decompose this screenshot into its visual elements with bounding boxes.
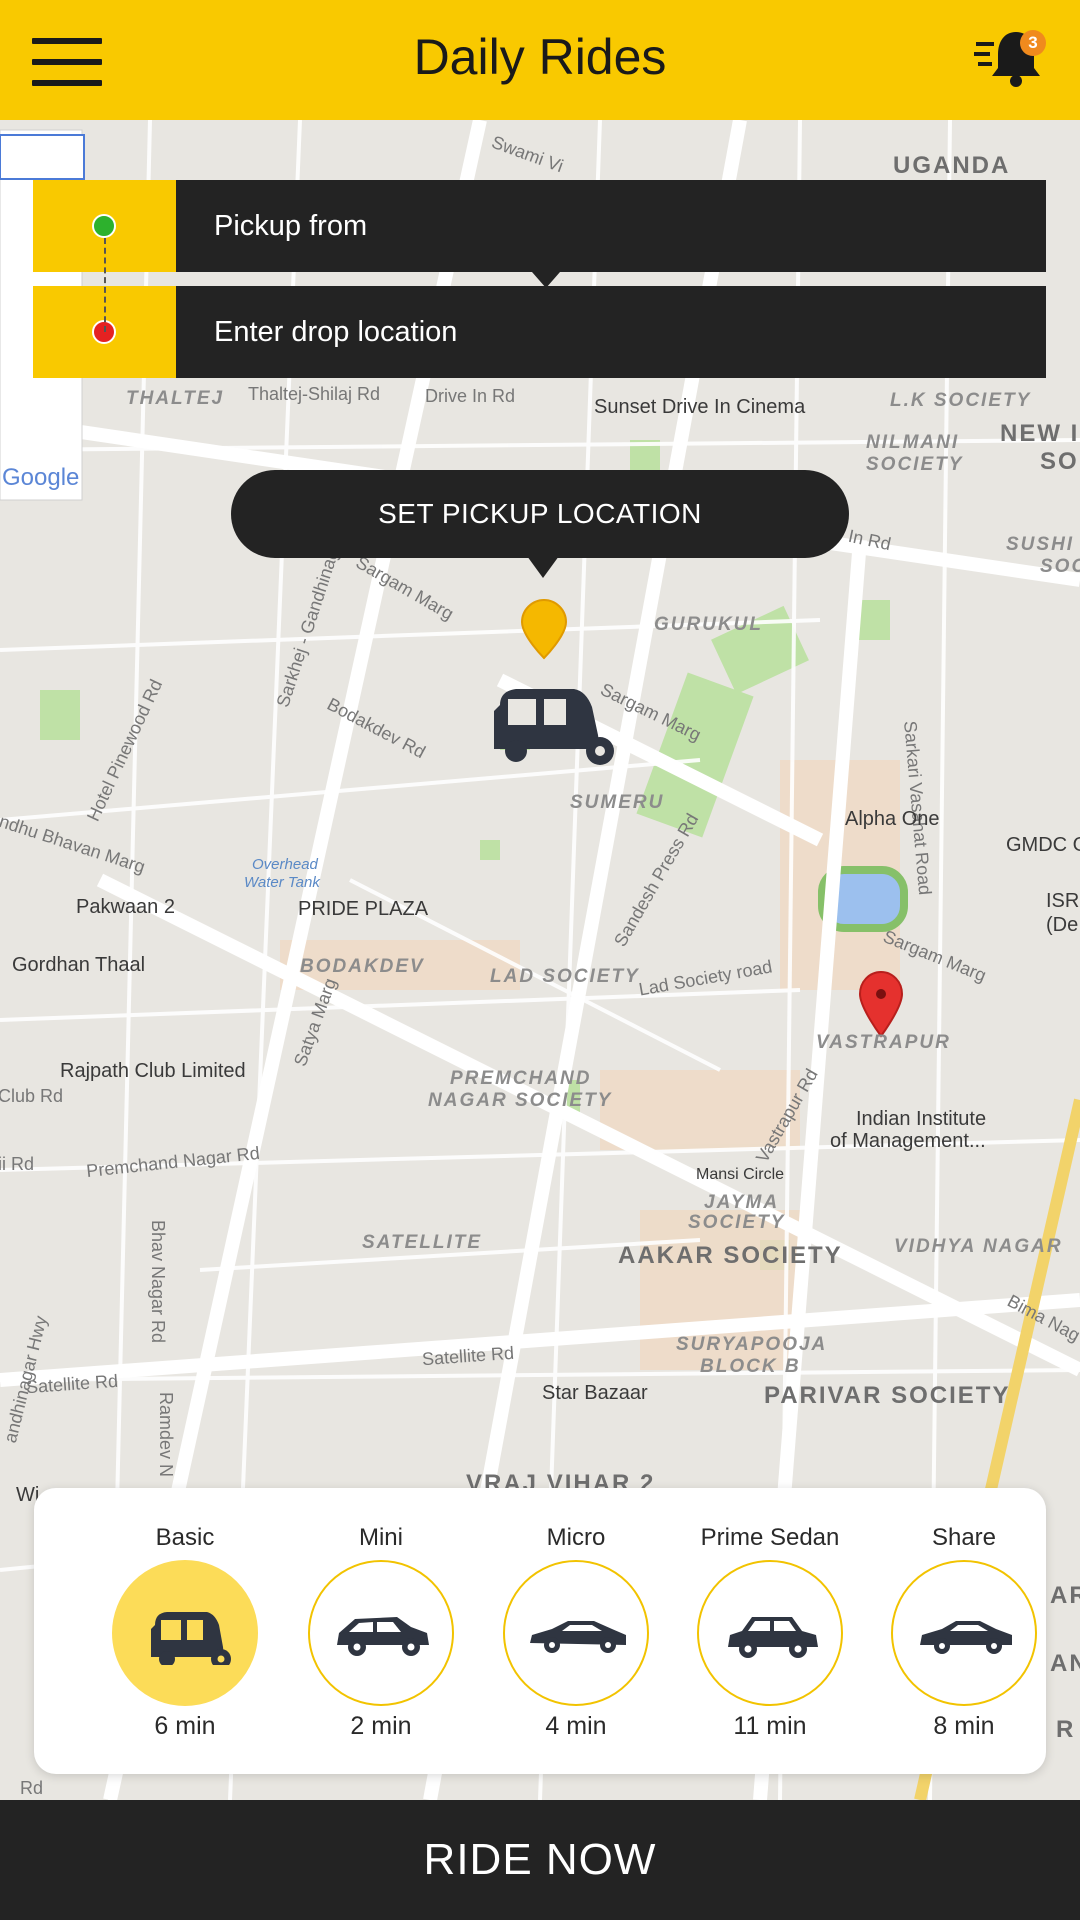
vehicle-circle (503, 1560, 649, 1706)
vehicle-option-share[interactable]: Share 8 min (874, 1488, 1054, 1774)
vehicle-circle (308, 1560, 454, 1706)
drop-location-input[interactable]: Enter drop location (176, 286, 1046, 378)
pickup-input[interactable]: Pickup from (176, 180, 1046, 272)
vehicle-option-prime-sedan[interactable]: Prime Sedan 11 min (680, 1488, 860, 1774)
vehicle-selector-panel: Basic 6 min Mini 2 min Micro 4 min Prime… (34, 1488, 1046, 1774)
micro-car-icon (530, 1621, 626, 1653)
vehicle-name: Prime Sedan (700, 1524, 840, 1551)
drop-row[interactable]: Enter drop location (33, 286, 1046, 378)
notification-badge: 3 (1020, 30, 1046, 56)
vehicle-circle (112, 1560, 258, 1706)
vehicle-eta: 11 min (733, 1712, 807, 1740)
vehicle-name: Basic (155, 1524, 215, 1551)
auto-rickshaw-icon (151, 1612, 231, 1665)
vehicle-eta: 2 min (350, 1712, 412, 1740)
set-pickup-location-button[interactable]: SET PICKUP LOCATION (231, 470, 849, 558)
vehicle-name: Micro (546, 1524, 606, 1551)
vehicle-option-micro[interactable]: Micro 4 min (486, 1488, 666, 1774)
pickup-dot-icon (92, 214, 116, 238)
pickup-row[interactable]: Pickup from (33, 180, 1046, 272)
route-connector (104, 238, 106, 332)
app-header: Daily Rides 3 (0, 0, 1080, 120)
pickup-bubble-tail (527, 556, 559, 578)
vehicle-circle (697, 1560, 843, 1706)
mini-car-icon (337, 1617, 429, 1656)
vehicle-name: Mini (358, 1524, 403, 1551)
vehicle-eta: 8 min (933, 1712, 995, 1740)
share-car-icon (920, 1621, 1012, 1654)
vehicle-name: Share (931, 1524, 997, 1551)
page-title: Daily Rides (413, 29, 667, 85)
vehicle-eta: 4 min (545, 1712, 607, 1740)
ride-now-button[interactable]: RIDE NOW (0, 1800, 1080, 1920)
vehicle-option-basic[interactable]: Basic 6 min (95, 1488, 275, 1774)
pickup-caret (532, 272, 560, 288)
sedan-car-icon (728, 1617, 818, 1658)
vehicle-circle (891, 1560, 1037, 1706)
vehicle-eta: 6 min (154, 1712, 216, 1740)
vehicle-option-mini[interactable]: Mini 2 min (291, 1488, 471, 1774)
